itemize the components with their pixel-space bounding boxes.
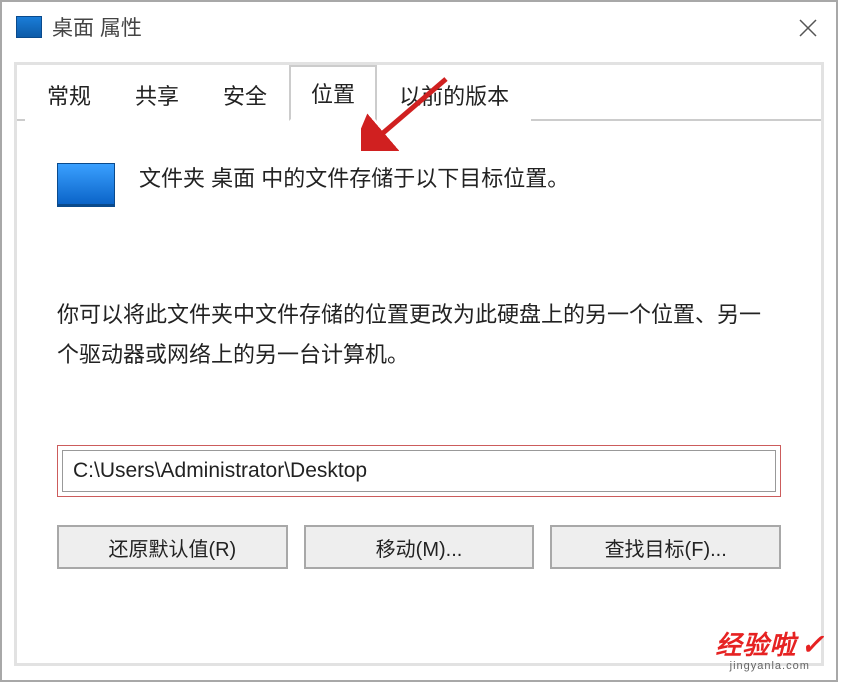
tab-content: 文件夹 桌面 中的文件存储于以下目标位置。 你可以将此文件夹中文件存储的位置更改… <box>17 121 821 569</box>
desktop-icon <box>16 16 42 38</box>
tab-location[interactable]: 位置 <box>289 65 377 121</box>
tab-previous-versions[interactable]: 以前的版本 <box>377 67 531 121</box>
restore-defaults-button[interactable]: 还原默认值(R) <box>57 525 288 569</box>
close-icon <box>796 16 820 40</box>
tab-sharing[interactable]: 共享 <box>113 67 201 121</box>
path-highlight <box>57 445 781 497</box>
window-title: 桌面 属性 <box>52 12 142 42</box>
description-row: 文件夹 桌面 中的文件存储于以下目标位置。 <box>57 161 781 207</box>
description-text: 文件夹 桌面 中的文件存储于以下目标位置。 <box>139 161 569 197</box>
tab-general[interactable]: 常规 <box>25 67 113 121</box>
close-button[interactable] <box>796 16 820 40</box>
properties-dialog: 桌面 属性 常规 共享 安全 位置 以前的版本 <box>0 0 838 682</box>
tab-security[interactable]: 安全 <box>201 67 289 121</box>
folder-icon <box>57 163 115 207</box>
tab-bar: 常规 共享 安全 位置 以前的版本 <box>17 65 821 121</box>
move-button[interactable]: 移动(M)... <box>304 525 535 569</box>
check-icon: ✓ <box>801 629 824 660</box>
dialog-body: 常规 共享 安全 位置 以前的版本 文件夹 桌面 中的文件存储于以下目标位置。 … <box>14 62 824 666</box>
button-row: 还原默认值(R) 移动(M)... 查找目标(F)... <box>57 525 781 569</box>
path-input[interactable] <box>62 450 776 492</box>
watermark-text: 经验啦 <box>716 630 797 660</box>
watermark: 经验啦✓ jingyanla.com <box>716 631 824 672</box>
help-text: 你可以将此文件夹中文件存储的位置更改为此硬盘上的另一个位置、另一个驱动器或网络上… <box>57 295 781 375</box>
titlebar: 桌面 属性 <box>2 2 836 52</box>
find-target-button[interactable]: 查找目标(F)... <box>550 525 781 569</box>
watermark-url: jingyanla.com <box>716 661 824 672</box>
